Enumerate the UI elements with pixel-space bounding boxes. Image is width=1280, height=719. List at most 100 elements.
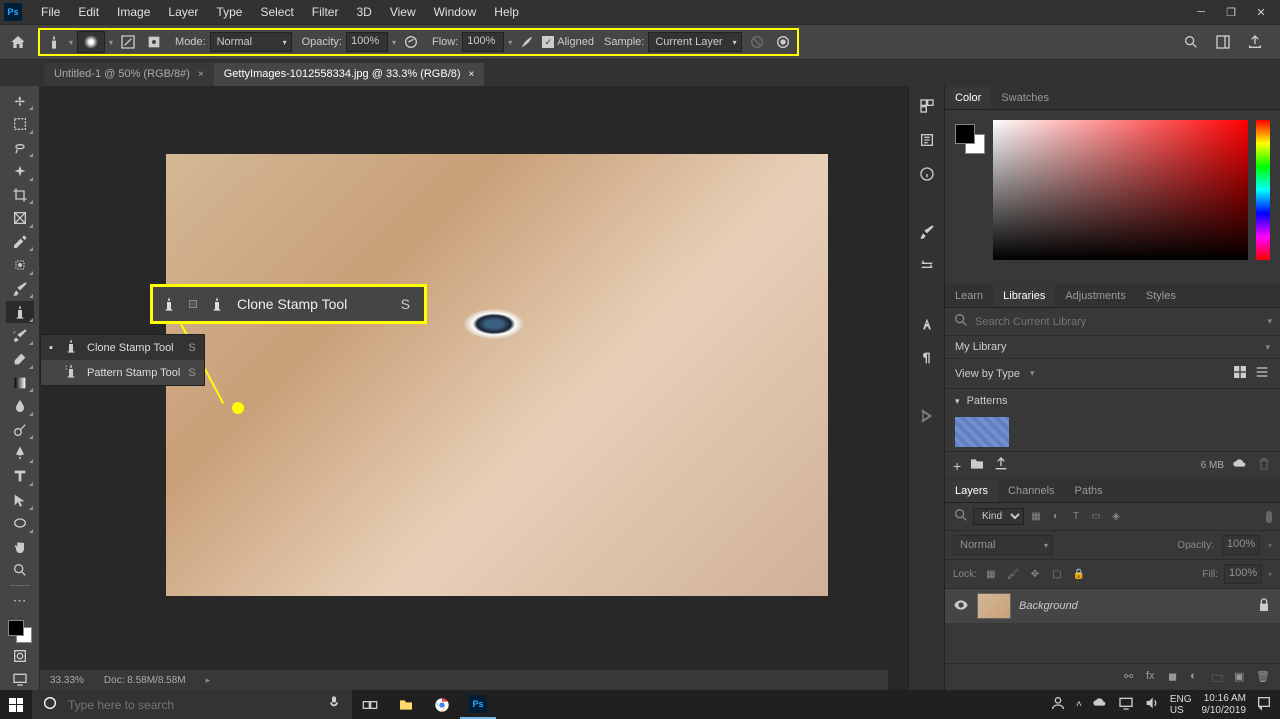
zoom-tool[interactable]: [6, 560, 34, 581]
filter-pixel-icon[interactable]: ▦: [1028, 509, 1044, 525]
tray-expand-icon[interactable]: ˄: [1076, 699, 1082, 710]
filter-smart-icon[interactable]: ◈: [1108, 509, 1124, 525]
menu-select[interactable]: Select: [251, 1, 302, 23]
lock-icon[interactable]: [1256, 597, 1272, 616]
properties-panel-icon[interactable]: [917, 130, 937, 150]
library-search-input[interactable]: [975, 316, 1267, 328]
ignore-adjustment-icon[interactable]: [746, 31, 768, 53]
tool-preset-picker[interactable]: [43, 31, 65, 53]
language-indicator[interactable]: ENG US: [1170, 694, 1192, 716]
people-icon[interactable]: [1050, 695, 1066, 714]
layer-style-icon[interactable]: fx: [1146, 670, 1160, 684]
layer-mask-icon[interactable]: ◼: [1168, 670, 1182, 684]
delete-layer-icon[interactable]: 🗑: [1256, 670, 1270, 684]
channels-tab[interactable]: Channels: [998, 480, 1064, 502]
layers-tab[interactable]: Layers: [945, 480, 998, 502]
layer-fill-input[interactable]: 100%: [1224, 564, 1262, 584]
menu-view[interactable]: View: [381, 1, 425, 23]
document-tab-2[interactable]: GettyImages-1012558334.jpg @ 33.3% (RGB/…: [214, 63, 485, 86]
library-view-selector[interactable]: View by Type ▾: [945, 359, 1280, 389]
folder-icon[interactable]: [969, 456, 985, 475]
blend-mode-dropdown[interactable]: Normal: [953, 535, 1053, 555]
info-panel-icon[interactable]: [917, 164, 937, 184]
mic-icon[interactable]: [326, 695, 342, 714]
clone-source-icon[interactable]: [143, 31, 165, 53]
close-button[interactable]: ✕: [1246, 1, 1276, 23]
filter-toggle[interactable]: [1266, 511, 1272, 523]
list-view-icon[interactable]: [1254, 364, 1270, 383]
menu-help[interactable]: Help: [485, 1, 528, 23]
add-icon[interactable]: +: [953, 458, 961, 474]
brush-preset-picker[interactable]: [77, 31, 105, 53]
share-icon[interactable]: [1244, 31, 1266, 53]
move-tool[interactable]: [6, 90, 34, 111]
layer-opacity-input[interactable]: 100%: [1222, 535, 1260, 555]
start-button[interactable]: [0, 690, 32, 719]
frame-tool[interactable]: [6, 207, 34, 228]
opacity-input[interactable]: 100%: [346, 32, 388, 52]
taskbar-search[interactable]: [32, 690, 352, 719]
color-field[interactable]: [993, 120, 1248, 260]
mode-dropdown[interactable]: Normal: [210, 32, 292, 52]
photoshop-taskbar-icon[interactable]: Ps: [460, 690, 496, 719]
close-tab-icon[interactable]: ×: [198, 69, 204, 80]
character-panel-icon[interactable]: [917, 314, 937, 334]
menu-edit[interactable]: Edit: [69, 1, 108, 23]
brush-settings-panel-icon[interactable]: [917, 256, 937, 276]
filter-type-icon[interactable]: T: [1068, 509, 1084, 525]
library-selector[interactable]: My Library ▾: [945, 336, 1280, 359]
menu-3d[interactable]: 3D: [347, 1, 380, 23]
group-icon[interactable]: 🗀: [1212, 670, 1226, 684]
clone-stamp-tool[interactable]: [6, 301, 34, 322]
learn-tab[interactable]: Learn: [945, 285, 993, 307]
maximize-button[interactable]: ❐: [1216, 1, 1246, 23]
home-button[interactable]: [6, 30, 30, 54]
menu-type[interactable]: Type: [207, 1, 251, 23]
foreground-color-swatch[interactable]: [8, 620, 24, 636]
swatches-tab[interactable]: Swatches: [991, 87, 1059, 109]
color-tab[interactable]: Color: [945, 87, 991, 109]
network-icon[interactable]: [1118, 695, 1134, 714]
document-canvas[interactable]: [166, 154, 828, 596]
libraries-tab[interactable]: Libraries: [993, 285, 1055, 307]
type-tool[interactable]: [6, 466, 34, 487]
search-icon[interactable]: [1180, 31, 1202, 53]
edit-toolbar[interactable]: ⋯: [6, 590, 34, 611]
history-panel-icon[interactable]: [917, 96, 937, 116]
pressure-size-icon[interactable]: [772, 31, 794, 53]
canvas-area[interactable]: Clone Stamp Tool S: [40, 86, 908, 690]
onedrive-icon[interactable]: [1092, 695, 1108, 714]
brushes-panel-icon[interactable]: [917, 222, 937, 242]
crop-tool[interactable]: [6, 184, 34, 205]
path-selection-tool[interactable]: [6, 489, 34, 510]
menu-filter[interactable]: Filter: [303, 1, 348, 23]
volume-icon[interactable]: [1144, 695, 1160, 714]
menu-image[interactable]: Image: [108, 1, 159, 23]
lock-image-icon[interactable]: 🖌: [1005, 566, 1021, 582]
chevron-right-icon[interactable]: ▸: [206, 675, 211, 686]
styles-tab[interactable]: Styles: [1136, 285, 1186, 307]
library-search[interactable]: ▾: [945, 308, 1280, 336]
task-view-icon[interactable]: [352, 690, 388, 719]
flyout-pattern-stamp[interactable]: Pattern Stamp Tool S: [41, 360, 204, 385]
quick-mask-icon[interactable]: [6, 645, 34, 666]
aligned-checkbox[interactable]: ✓ Aligned: [542, 36, 594, 48]
notifications-icon[interactable]: [1256, 695, 1272, 714]
chevron-down-icon[interactable]: ▾: [1267, 316, 1272, 327]
layer-thumbnail[interactable]: [977, 593, 1011, 619]
paragraph-panel-icon[interactable]: [917, 348, 937, 368]
zoom-level[interactable]: 33.33%: [50, 675, 84, 686]
trash-icon[interactable]: [1256, 456, 1272, 475]
shape-tool[interactable]: [6, 513, 34, 534]
new-layer-icon[interactable]: ▣: [1234, 670, 1248, 684]
filter-adjustment-icon[interactable]: ◐: [1048, 509, 1064, 525]
marquee-tool[interactable]: [6, 113, 34, 134]
library-pattern-item[interactable]: [955, 417, 1009, 447]
paths-tab[interactable]: Paths: [1065, 480, 1113, 502]
gradient-tool[interactable]: [6, 372, 34, 393]
file-explorer-icon[interactable]: [388, 690, 424, 719]
eyedropper-tool[interactable]: [6, 231, 34, 252]
library-section-header[interactable]: ▾ Patterns: [945, 389, 1280, 413]
pen-tool[interactable]: [6, 442, 34, 463]
brush-tool[interactable]: [6, 278, 34, 299]
